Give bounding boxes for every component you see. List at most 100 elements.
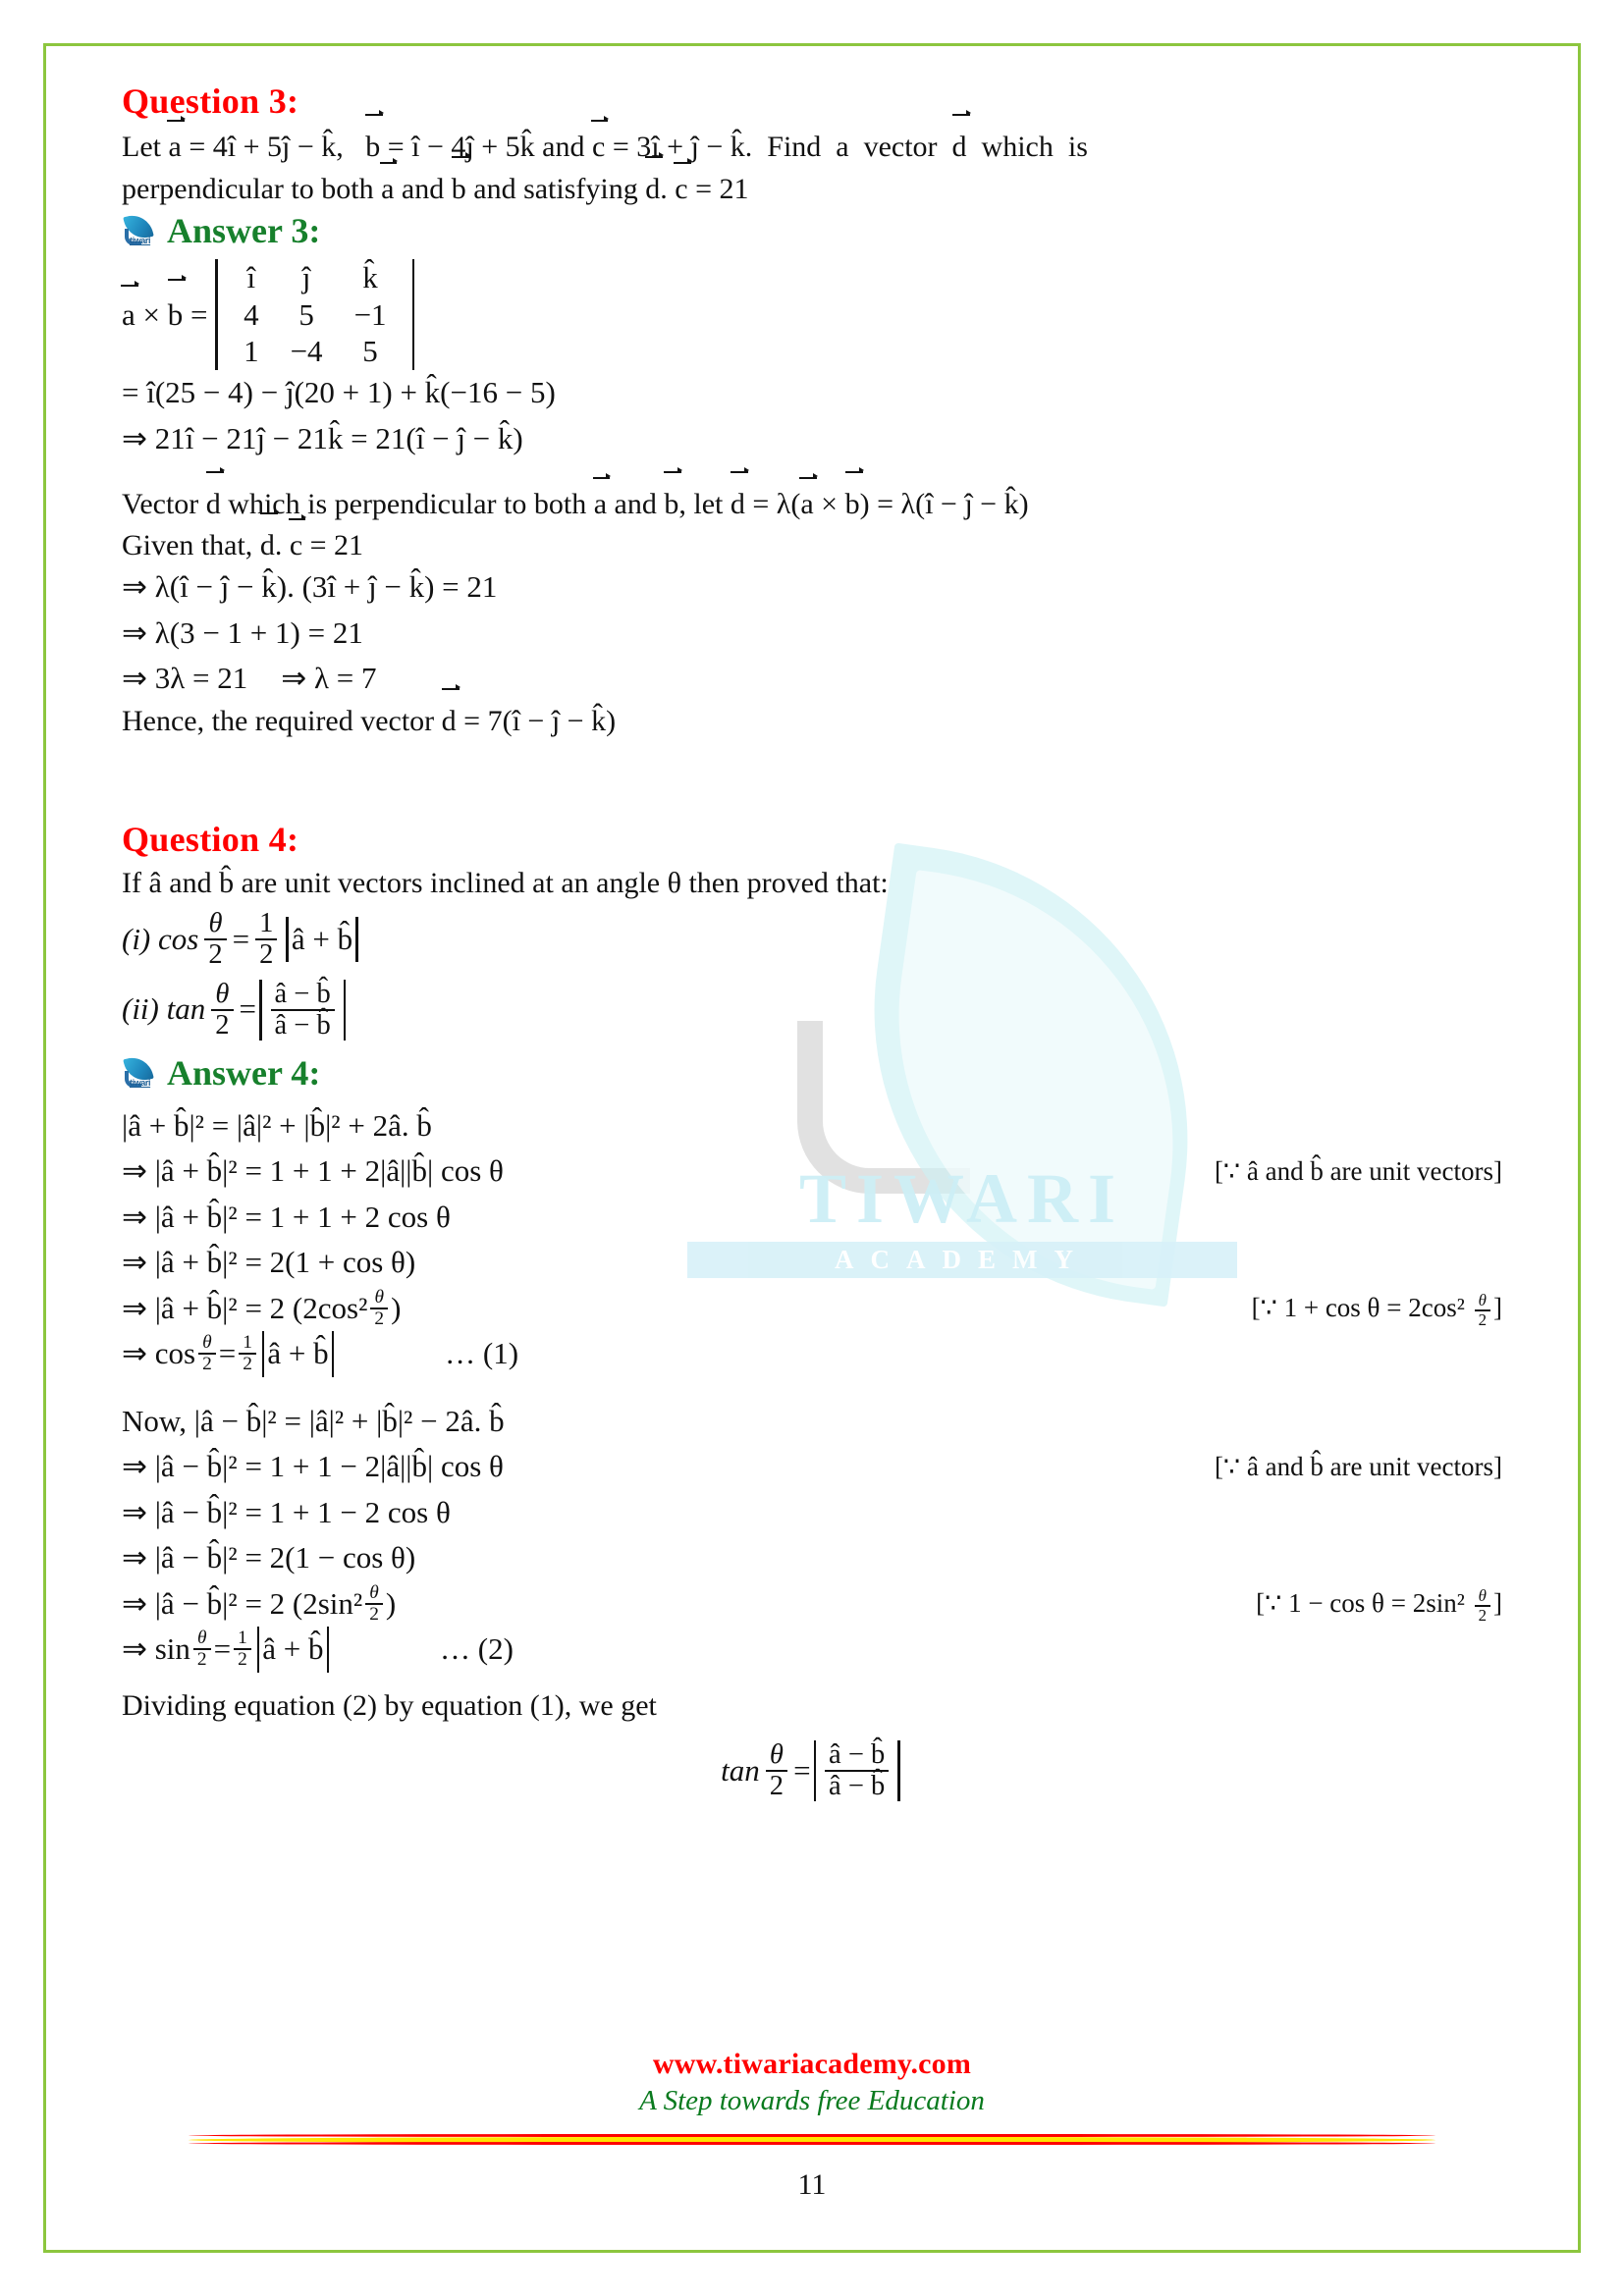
footer-website-link[interactable]: www.tiwariacademy.com [0, 2048, 1624, 2081]
note-sin-identity: [∵ 1 − cos θ = 2sin² θ 2 ] [1256, 1586, 1502, 1625]
expansion-line: = î(25 − 4) − ĵ(20 + 1) + k̂(−16 − 5) [122, 375, 556, 410]
rhs: = 2(1 − cos θ) [244, 1540, 416, 1575]
lhs: ⇒ |â − b̂|² [122, 1449, 238, 1484]
tiwari-leaf-icon: tiwari [122, 1052, 157, 1091]
abs-fraction-a-minus-b: â − b̂ â − b̂ [256, 979, 349, 1041]
fraction-denominator: â − b̂ [825, 1770, 890, 1801]
q4-part-i-label: (i) cos [122, 921, 199, 956]
footer-tagline: A Step towards free Education [639, 2085, 985, 2116]
document-page: TIWARI ACADEMY Question 3: Let a = 4î + … [0, 0, 1624, 2296]
one-half-small: 1 2 [239, 1332, 256, 1375]
abs-a-plus-b: â + b̂ [259, 1331, 337, 1377]
theta-symbol: θ [202, 1332, 212, 1354]
note-unit-vectors: [∵ â and b̂ are unit vectors] [1214, 1156, 1502, 1187]
denominator-two: 2 [765, 1770, 788, 1801]
given-condition: Given that, d. c = 21 [122, 507, 1502, 565]
fraction-denominator: â − b̂ [270, 1008, 335, 1041]
dot-product-line: ⇒ λ(î − ĵ − k̂). (3î + ĵ − k̂) = 21 [122, 569, 498, 605]
note-unit-vectors: [∵ â and b̂ are unit vectors] [1214, 1452, 1502, 1482]
det-cell: 1 [244, 334, 259, 369]
one-half-small: 1 2 [234, 1628, 251, 1671]
q4-final-equation: tan θ 2 = â − b̂ â − b̂ [122, 1739, 1502, 1802]
det-cell: −4 [290, 334, 323, 369]
abs-a-plus-b: â + b̂ [254, 1627, 332, 1673]
note-sin-text: [∵ 1 − cos θ = 2sin² [1256, 1588, 1465, 1619]
lhs: |â + b̂|² [122, 1107, 204, 1143]
theta-symbol: θ [215, 978, 230, 1009]
q4-minus-line-2: ⇒ |â − b̂|² = 2(1 − cos θ) [122, 1535, 1502, 1581]
lambda-eq-right: ⇒ λ = 7 [281, 661, 377, 696]
determinant-row: î ĵ k̂ [228, 259, 402, 296]
note-cos-text: [∵ 1 + cos θ = 2cos² [1251, 1293, 1465, 1323]
abs-content: â + b̂ [262, 1631, 324, 1667]
page-content: Question 3: Let a = 4î + 5ĵ − k̂, b = î … [43, 41, 1581, 1802]
equation-2-tag: … (2) [440, 1631, 514, 1667]
abs-content: â + b̂ [291, 921, 353, 956]
numerator-one: 1 [238, 1628, 247, 1649]
det-cell: î [246, 260, 256, 295]
theta-over-two-small: θ 2 [365, 1581, 383, 1626]
fraction-a-minus-b: â − b̂ â − b̂ [825, 1739, 890, 1801]
fraction-a-minus-b: â − b̂ â − b̂ [270, 979, 335, 1041]
abs-a-plus-b: â + b̂ [283, 916, 360, 963]
footer-divider [189, 2133, 1435, 2147]
theta-over-two-small: θ 2 [198, 1332, 216, 1375]
q4-equation-1: ⇒ cos θ 2 = 1 2 â + b̂ … (1) [122, 1331, 1502, 1377]
denominator-two: 2 [239, 1353, 256, 1374]
one-half: 1 2 [255, 907, 278, 970]
denominator-two: 2 [255, 937, 278, 970]
theta-symbol: θ [208, 907, 223, 938]
rhs-open: = 2 (2sin² [244, 1585, 363, 1621]
denominator-two: 2 [1474, 1308, 1490, 1329]
theta-symbol: θ [1478, 1291, 1487, 1310]
sin-half-lead: ⇒ sin [122, 1631, 190, 1667]
tiwari-leaf-icon: tiwari [122, 211, 157, 248]
theta-symbol: θ [374, 1286, 384, 1308]
q4-plus-line-3: ⇒ |â + b̂|² = 2(1 + cos θ) [122, 1240, 1502, 1286]
q4-part-ii-label: (ii) tan [122, 991, 206, 1027]
denominator-two: 2 [370, 1307, 389, 1329]
q4-plus-line-1: ⇒ |â + b̂|² = 1 + 1 + 2|â||b̂| cos θ [∵ … [122, 1148, 1502, 1195]
denominator-two: 2 [1474, 1604, 1490, 1625]
paren-close: ) [391, 1290, 402, 1325]
rhs: = |â|² + |b̂|² + 2â. b̂ [211, 1107, 432, 1143]
q4-plus-line-0: |â + b̂|² = |â|² + |b̂|² + 2â. b̂ [122, 1103, 1502, 1149]
final-answer-3: Hence, the required vector d = 7(î − ĵ −… [122, 683, 1502, 741]
logo-label: tiwari [130, 236, 151, 246]
lhs: ⇒ |â − b̂|² [122, 1494, 238, 1529]
paren-close: ) [385, 1585, 397, 1621]
lhs: ⇒ |â + b̂|² [122, 1153, 238, 1189]
denominator-two: 2 [198, 1353, 216, 1374]
theta-symbol: θ [369, 1581, 379, 1603]
theta-over-two-small: θ 2 [192, 1628, 211, 1671]
rhs: = 1 + 1 − 2 cos θ [244, 1494, 451, 1529]
theta-over-two-small: θ 2 [370, 1286, 389, 1330]
lhs: ⇒ |â − b̂|² [122, 1540, 238, 1575]
question-3-statement-line2: perpendicular to both a and b and satisf… [122, 151, 1502, 209]
page-number: 11 [797, 2168, 827, 2201]
denominator-two: 2 [365, 1602, 383, 1625]
result-line: ⇒ 21î − 21ĵ − 21k̂ = 21(î − ĵ − k̂) [122, 420, 523, 455]
fraction-numerator: â − b̂ [829, 1739, 886, 1771]
answer-3-heading: tiwari Answer 3: [122, 210, 1502, 251]
question-3-statement-line1: Let a = 4î + 5ĵ − k̂, b = î − 4ĵ + 5k̂ a… [122, 110, 1502, 168]
dividing-statement: Dividing equation (2) by equation (1), w… [122, 1688, 657, 1722]
denominator-two: 2 [211, 1008, 234, 1041]
q4-minus-line-1: ⇒ |â − b̂|² = 1 + 1 − 2 cos θ [122, 1490, 1502, 1536]
det-cell: ĵ [301, 260, 311, 295]
theta-over-two: θ 2 [765, 1739, 788, 1801]
rhs: = 1 + 1 + 2 cos θ [244, 1199, 451, 1234]
denominator-two: 2 [234, 1648, 251, 1670]
det-cell: 4 [244, 296, 259, 332]
cross-product-determinant: a × b = î ĵ k̂ 4 5 −1 1 −4 5 [121, 259, 1502, 371]
vector-d-definition: Vector d which is perpendicular to both … [122, 467, 1502, 524]
lhs: ⇒ |â + b̂|² [122, 1199, 238, 1234]
lhs: ⇒ |â + b̂|² [122, 1290, 238, 1325]
logo-label: tiwari [130, 1077, 151, 1088]
tan-label: tan [721, 1752, 760, 1788]
equation-1-tag: … (1) [445, 1336, 519, 1371]
numerator-one: 1 [259, 907, 274, 938]
theta-over-two-small: θ 2 [1474, 1587, 1490, 1625]
q4-cos-double-angle-line: ⇒ |â + b̂|² = 2 (2cos² θ 2 ) [∵ 1 + cos … [122, 1286, 1502, 1332]
theta-symbol: θ [769, 1739, 784, 1771]
